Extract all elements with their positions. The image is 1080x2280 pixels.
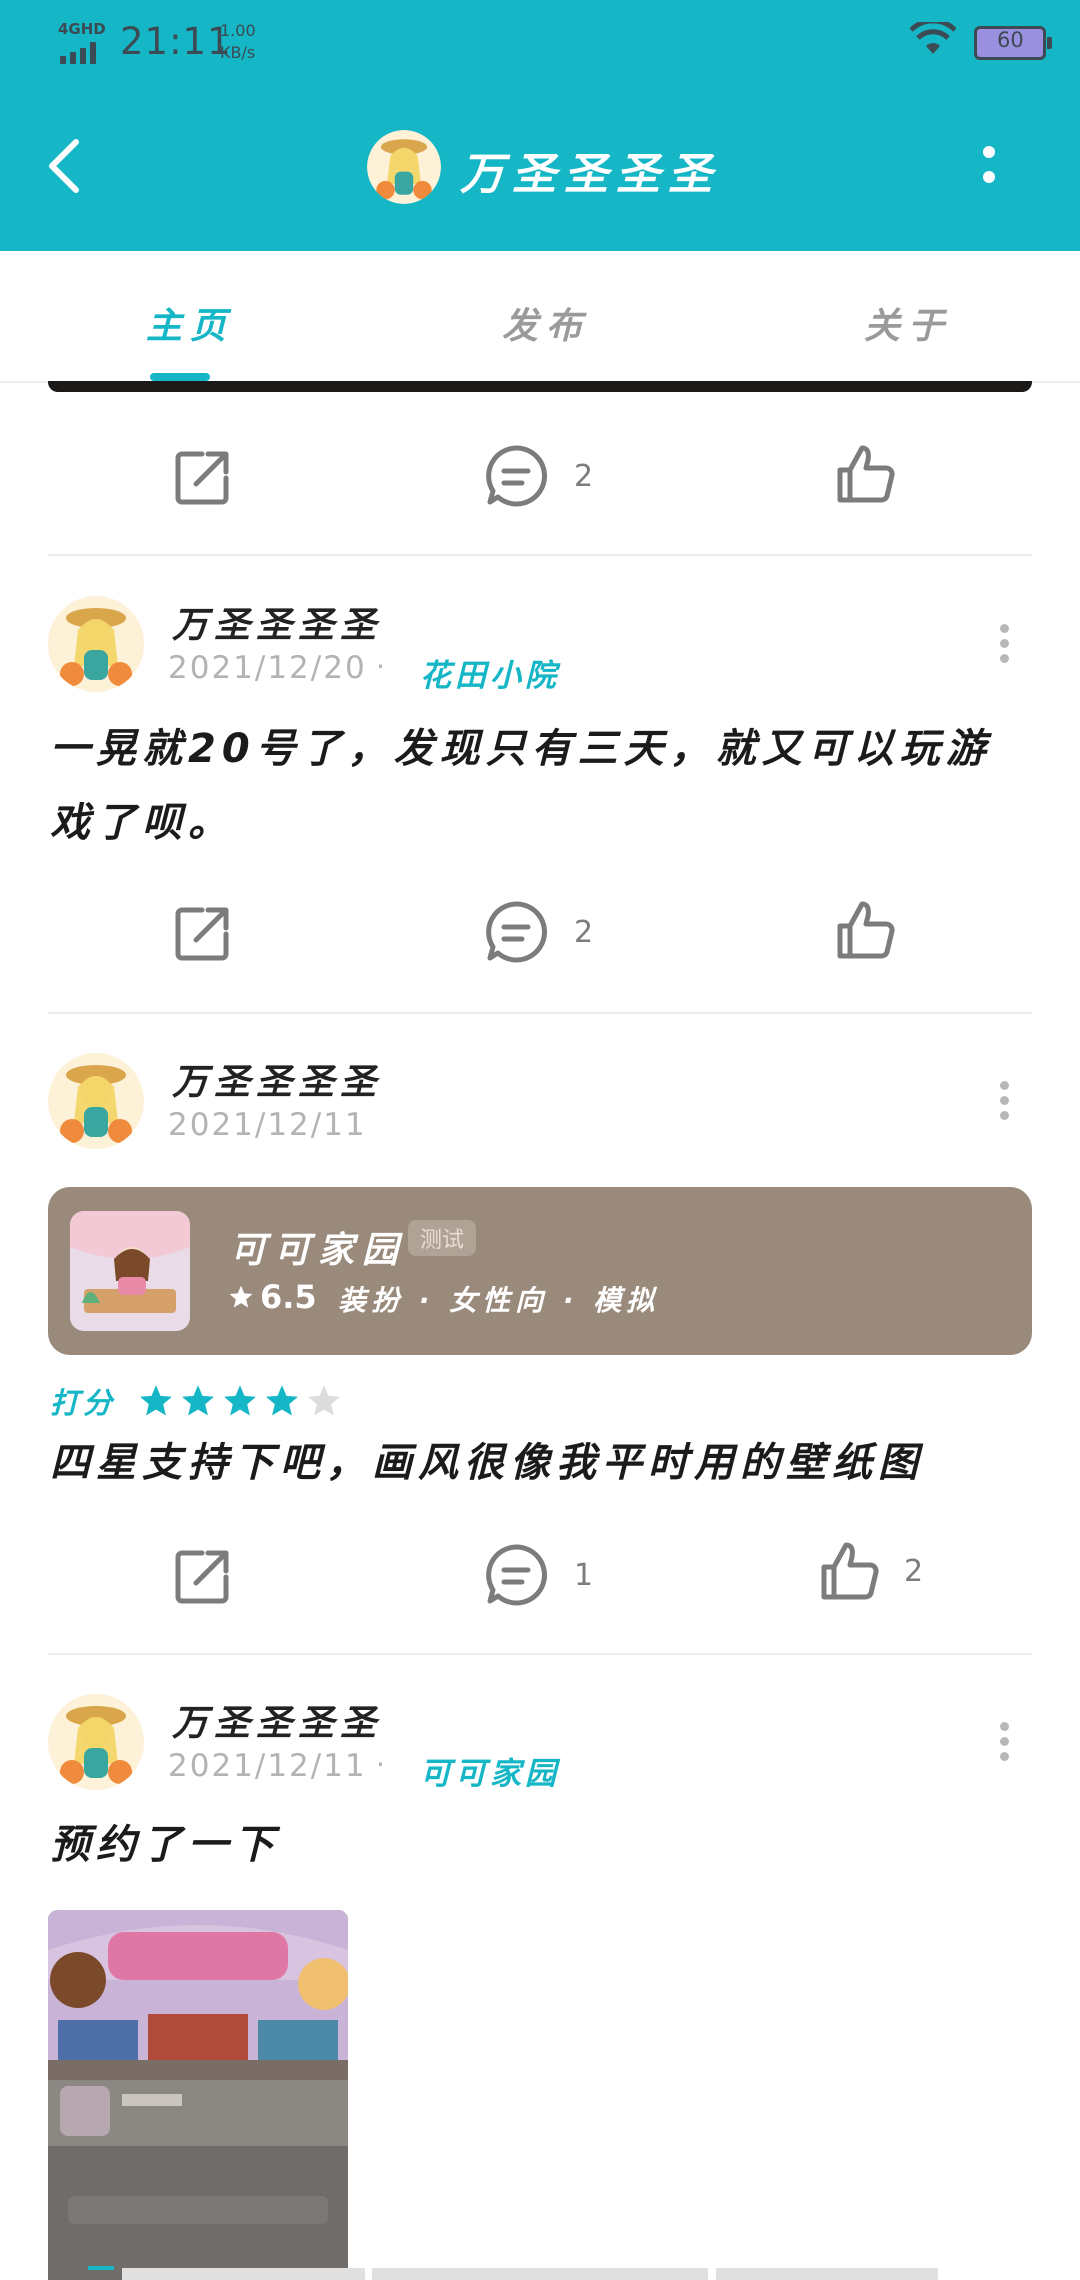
like-count: 2: [904, 1553, 924, 1589]
star-filled-icon: [182, 1385, 214, 1416]
post-date: 2021/12/11: [168, 1107, 367, 1143]
comment-count: 2: [574, 458, 594, 494]
tab-bar: 主页 发布 关于: [0, 251, 1080, 383]
star-filled-icon: [224, 1385, 256, 1416]
scroll-track: [122, 2268, 365, 2280]
author-name[interactable]: 万圣圣圣圣: [172, 1053, 382, 1105]
thumbs-up-icon: [837, 901, 895, 959]
share-button[interactable]: [172, 902, 234, 964]
post-more-icon[interactable]: [1000, 1079, 1012, 1123]
post-date: 2021/12/20: [168, 650, 367, 686]
tab-home[interactable]: 主页: [146, 297, 234, 349]
wifi-icon: [910, 22, 956, 54]
thumbs-up-icon: [837, 445, 895, 503]
battery-icon: 60: [974, 26, 1052, 60]
post-topic-tag[interactable]: 可可家园: [420, 1748, 560, 1793]
post-image-bottom-edge[interactable]: [48, 381, 1032, 392]
post-date: 2021/12/11: [168, 1748, 367, 1784]
star-filled-icon: [140, 1385, 172, 1416]
post-divider: [48, 1012, 1032, 1014]
comment-icon: [486, 1544, 547, 1606]
post-screenshot-image[interactable]: [48, 1910, 348, 2280]
author-name[interactable]: 万圣圣圣圣: [172, 1694, 382, 1746]
app-header: 4GHD 21:11 1.00 KB/s 60 万圣圣圣圣: [0, 0, 1080, 251]
comment-icon: [486, 445, 547, 507]
scroll-track: [716, 2268, 938, 2280]
post-text: 预约了一下: [50, 1822, 280, 1868]
comment-icon: [486, 901, 547, 963]
scroll-track: [372, 2268, 708, 2280]
star-icon: [229, 1285, 253, 1308]
post-divider: [48, 554, 1032, 556]
tab-indicator: [150, 373, 210, 381]
header-avatar[interactable]: [367, 130, 441, 204]
comment-count: 1: [574, 1557, 594, 1593]
share-button[interactable]: [172, 1545, 234, 1607]
header-title: 万圣圣圣圣: [460, 149, 720, 200]
like-button[interactable]: 2: [820, 1541, 923, 1601]
comment-button[interactable]: 2: [484, 444, 593, 508]
post-text: 一晃就20号了，发现只有三天，就又可以玩游 戏了呗。: [50, 726, 992, 846]
share-icon: [175, 451, 229, 505]
comment-button[interactable]: 1: [484, 1543, 593, 1607]
thumbs-up-icon: [821, 1542, 879, 1600]
like-button[interactable]: [836, 444, 896, 504]
game-score: 6.5: [228, 1278, 317, 1316]
network-speed: 1.00 KB/s: [220, 21, 256, 62]
rating-label: 打分: [50, 1386, 117, 1420]
back-arrow-icon[interactable]: [44, 138, 84, 194]
tab-publish[interactable]: 发布: [502, 297, 590, 349]
post-divider: [48, 1653, 1032, 1655]
author-avatar[interactable]: [48, 596, 144, 692]
test-badge: 测试: [408, 1220, 477, 1256]
comment-button[interactable]: 2: [484, 900, 593, 964]
author-avatar[interactable]: [48, 1053, 144, 1149]
like-button[interactable]: [836, 900, 896, 960]
share-icon: [175, 1550, 229, 1604]
tab-about[interactable]: 关于: [864, 297, 952, 349]
share-button[interactable]: [172, 446, 234, 508]
post-more-icon[interactable]: [1000, 622, 1012, 666]
star-filled-icon: [266, 1385, 298, 1416]
author-name[interactable]: 万圣圣圣圣: [172, 596, 382, 648]
more-vertical-icon[interactable]: [980, 140, 1000, 190]
network-type: 4GHD: [58, 20, 106, 38]
separator-dot: ·: [376, 650, 385, 683]
clock: 21:11: [120, 20, 232, 63]
game-card[interactable]: 可可家园 测试 6.5 装扮 · 女性向 · 模拟: [48, 1187, 1032, 1355]
post-topic-tag[interactable]: 花田小院: [420, 650, 560, 695]
post-text: 四星支持下吧，画风很像我平时用的壁纸图: [50, 1440, 924, 1486]
star-empty-icon: [308, 1385, 340, 1416]
author-avatar[interactable]: [48, 1694, 144, 1790]
separator-dot: ·: [376, 1748, 385, 1781]
game-title: 可可家园: [230, 1230, 407, 1271]
rating-stars: [138, 1383, 348, 1419]
share-icon: [175, 907, 229, 961]
post-more-icon[interactable]: [1000, 1720, 1012, 1764]
game-tags: 装扮 · 女性向 · 模拟: [338, 1284, 660, 1317]
comment-count: 2: [574, 914, 594, 950]
signal-icon: [60, 42, 104, 64]
rating-row: 打分: [50, 1380, 348, 1422]
game-icon: [70, 1211, 190, 1331]
